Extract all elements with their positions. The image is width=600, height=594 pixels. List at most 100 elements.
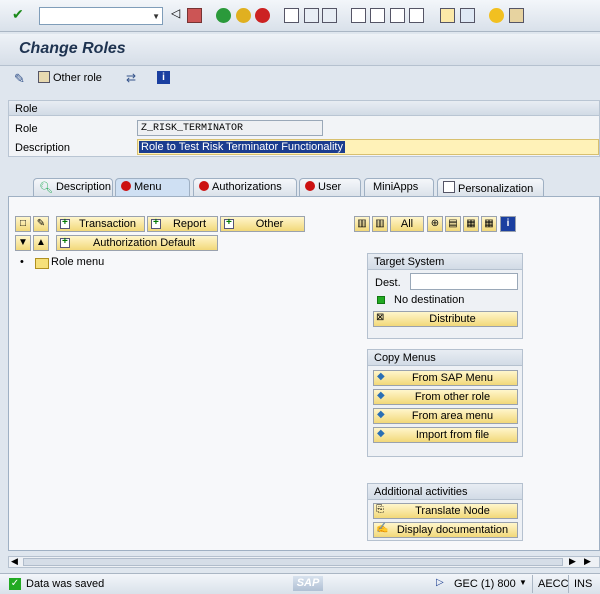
- role-field[interactable]: Z_RISK_TERMINATOR: [137, 120, 323, 136]
- target-system-group: Target System Dest. No destination ⊠ Dis…: [367, 253, 523, 339]
- tree-root-label: Role menu: [51, 256, 105, 268]
- from-other-role-button[interactable]: From other role: [373, 389, 518, 405]
- info-icon[interactable]: i: [500, 216, 516, 232]
- move-down-icon[interactable]: ▼: [15, 235, 31, 251]
- exit-icon[interactable]: [236, 8, 251, 23]
- display-documentation-button[interactable]: ✍ Display documentation: [373, 522, 518, 538]
- red-status-icon: [305, 181, 315, 191]
- success-icon: ✓: [9, 578, 21, 590]
- translate-node-button[interactable]: ⎘ Translate Node: [373, 503, 518, 519]
- add-node-icon: [60, 236, 70, 248]
- info-icon[interactable]: i: [157, 71, 170, 84]
- chevron-down-icon[interactable]: ▼: [519, 578, 527, 587]
- help-icon[interactable]: [489, 8, 504, 23]
- find-icon[interactable]: [304, 8, 319, 23]
- copy-menu-icon: [377, 428, 387, 440]
- from-area-menu-button[interactable]: From area menu: [373, 408, 518, 424]
- additional-activities-group: Additional activities ⎘ Translate Node ✍…: [367, 483, 523, 541]
- scroll-end-icon[interactable]: ▶: [584, 556, 591, 567]
- tab-description[interactable]: 🔍︎ Description: [33, 178, 113, 196]
- documentation-icon: ✍: [376, 523, 389, 534]
- system-info: GEC (1) 800: [454, 578, 516, 590]
- change-display-icon[interactable]: ✎: [14, 71, 25, 87]
- distribute-icon: ⊠: [376, 312, 385, 323]
- role-section-label: Role: [15, 103, 38, 115]
- tab-personalization[interactable]: Personalization: [437, 178, 544, 196]
- additional-activities-title: Additional activities: [368, 484, 522, 500]
- document-icon: [443, 181, 455, 193]
- expand-status-icon[interactable]: ▷: [436, 577, 444, 588]
- print-icon[interactable]: [284, 8, 299, 23]
- pencil-icon[interactable]: ✎: [33, 216, 49, 232]
- delete-icon[interactable]: ▥: [354, 216, 370, 232]
- shortcut-icon[interactable]: [460, 8, 475, 23]
- horizontal-scrollbar[interactable]: ◀ ▶ ▶: [8, 556, 600, 568]
- transport-icon[interactable]: ⇄: [126, 71, 136, 85]
- input-mode: INS: [574, 578, 593, 590]
- page-title: Change Roles: [19, 40, 126, 57]
- title-bar: Change Roles: [0, 34, 600, 66]
- role-label: Role: [15, 123, 38, 135]
- other-button[interactable]: Other: [220, 216, 305, 232]
- print-icon[interactable]: ▤: [445, 216, 461, 232]
- tab-authorizations[interactable]: Authorizations: [193, 178, 297, 196]
- copy-menu-icon: [377, 390, 387, 402]
- tab-user[interactable]: User: [299, 178, 361, 196]
- dest-input[interactable]: [410, 273, 518, 290]
- tab-miniapps[interactable]: MiniApps: [364, 178, 434, 196]
- other-role-button[interactable]: Other role: [53, 72, 102, 84]
- import-from-file-button[interactable]: Import from file: [373, 427, 518, 443]
- create-session-icon[interactable]: [440, 8, 455, 23]
- scroll-left-icon[interactable]: ◀: [11, 556, 18, 567]
- scroll-right-icon[interactable]: ▶: [569, 556, 576, 567]
- next-page-icon[interactable]: [390, 8, 405, 23]
- role-header: Role Role Z_RISK_TERMINATOR Description …: [8, 100, 600, 157]
- destination-status: No destination: [394, 294, 465, 306]
- back-arrow-icon[interactable]: ◁: [171, 6, 186, 21]
- green-status-icon: [377, 296, 385, 304]
- copy-menus-title: Copy Menus: [368, 350, 522, 366]
- report-button[interactable]: Report: [147, 216, 218, 232]
- description-field[interactable]: Role to Test Risk Terminator Functionali…: [137, 139, 599, 155]
- copy-menu-icon: [377, 409, 387, 421]
- command-field[interactable]: ▼: [39, 7, 163, 25]
- previous-page-icon[interactable]: [370, 8, 385, 23]
- folder-icon: [35, 258, 49, 269]
- other-role-icon[interactable]: [38, 71, 50, 83]
- find-icon[interactable]: ▦: [463, 216, 479, 232]
- system-toolbar: ✔ ▼ ◁: [0, 0, 600, 32]
- status-bar: ✓ Data was saved SAP ▷ GEC (1) 800 ▼ AEC…: [0, 573, 600, 594]
- folder-icon[interactable]: □: [15, 216, 31, 232]
- add-node-icon: [224, 217, 234, 229]
- back-icon[interactable]: [216, 8, 231, 23]
- move-up-icon[interactable]: ▲: [33, 235, 49, 251]
- chevron-down-icon[interactable]: ▼: [152, 12, 160, 21]
- target-system-title: Target System: [368, 254, 522, 270]
- tree-root[interactable]: • Role menu: [20, 256, 320, 270]
- sap-logo: SAP: [293, 576, 323, 591]
- delete-node-icon[interactable]: ▥: [372, 216, 388, 232]
- tab-menu[interactable]: Menu: [115, 178, 190, 197]
- distribute-button[interactable]: ⊠ Distribute: [373, 311, 518, 327]
- cancel-icon[interactable]: [255, 8, 270, 23]
- zoom-icon[interactable]: ⊕: [427, 216, 443, 232]
- delete-all-button[interactable]: All: [390, 216, 424, 232]
- authorization-default-button[interactable]: Authorization Default: [56, 235, 218, 251]
- from-sap-menu-button[interactable]: From SAP Menu: [373, 370, 518, 386]
- last-page-icon[interactable]: [409, 8, 424, 23]
- red-status-icon: [121, 181, 131, 191]
- dest-label: Dest.: [375, 277, 401, 289]
- first-page-icon[interactable]: [351, 8, 366, 23]
- save-icon[interactable]: [187, 8, 202, 23]
- transaction-button[interactable]: Transaction: [56, 216, 145, 232]
- layout-menu-icon[interactable]: [509, 8, 524, 23]
- copy-menus-group: Copy Menus From SAP Menu From other role…: [367, 349, 523, 457]
- description-value: Role to Test Risk Terminator Functionali…: [139, 141, 345, 153]
- scroll-thumb[interactable]: [23, 558, 563, 566]
- red-status-icon: [199, 181, 209, 191]
- divider: [532, 575, 533, 593]
- find-next-icon[interactable]: ▦: [481, 216, 497, 232]
- find-next-icon[interactable]: [322, 8, 337, 23]
- enter-icon[interactable]: ✔: [12, 6, 27, 22]
- bullet-icon: •: [20, 256, 24, 268]
